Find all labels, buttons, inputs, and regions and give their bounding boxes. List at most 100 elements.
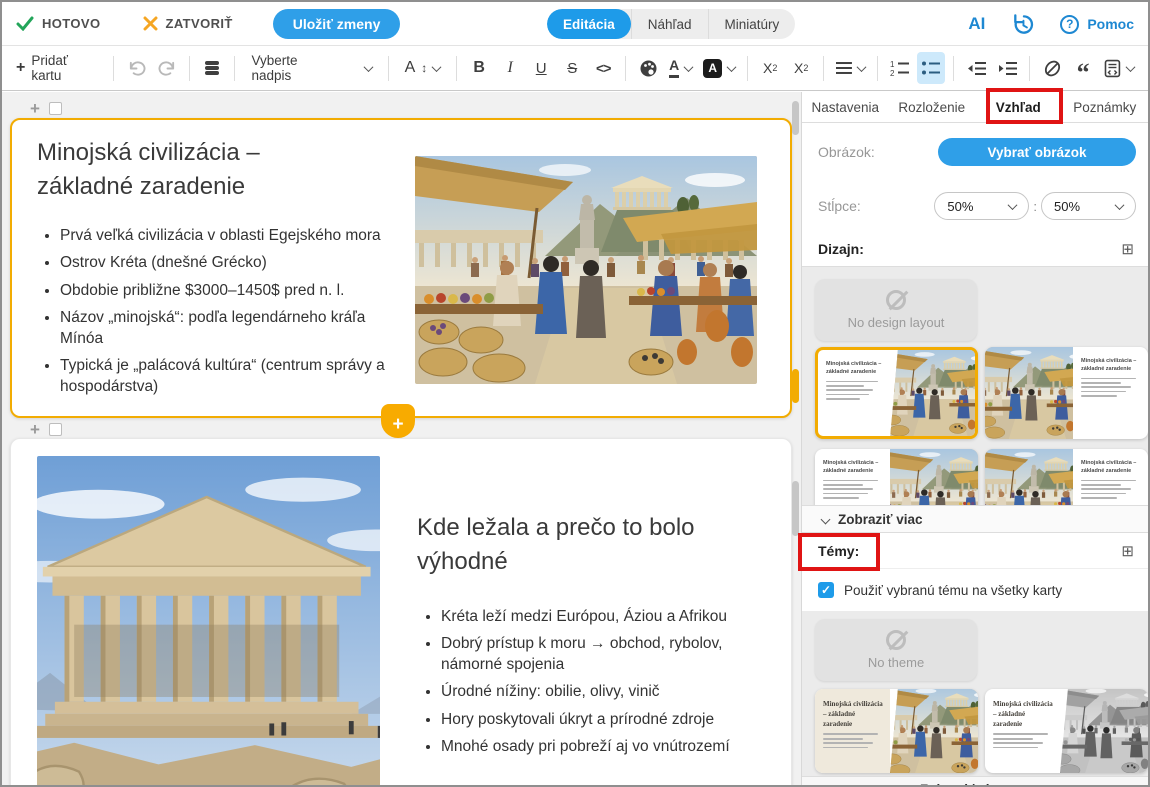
card-bullets[interactable]: Prvá veľká civilizácia v oblasti Egejské… xyxy=(40,226,392,404)
design-layout-thumbnail-selected[interactable]: Minojská civilizácia – základné zaradeni… xyxy=(815,347,978,439)
show-more-toggle[interactable]: Zobraziť viac xyxy=(802,506,1148,533)
themes-row: Témy: ⊞ xyxy=(802,533,1148,569)
heading-select[interactable]: Vyberte nadpis xyxy=(243,52,379,84)
indent-button[interactable] xyxy=(993,52,1021,84)
no-design-layout-option[interactable]: No design layout xyxy=(815,279,977,341)
columns-row: Stĺpce: 50% : 50% xyxy=(802,181,1148,231)
tab-rozlozenie[interactable]: Rozloženie xyxy=(889,100,976,115)
tab-editacia[interactable]: Editácia xyxy=(547,9,631,39)
show-more-partial[interactable]: Zobraziť viac xyxy=(802,776,1148,785)
redo-icon xyxy=(158,60,177,77)
slide-card-1[interactable]: Minojská civilizácia – základné zaradeni… xyxy=(10,118,792,418)
help-button[interactable]: ? Pomoc xyxy=(1060,15,1134,34)
bullet-item: Typická je „palácová kultúra“ (centrum s… xyxy=(60,356,392,397)
image-row: Obrázok: Vybrať obrázok xyxy=(802,123,1148,181)
expand-design-icon[interactable]: ⊞ xyxy=(1121,240,1134,258)
column-right-select[interactable]: 50% xyxy=(1041,192,1136,220)
select-image-button[interactable]: Vybrať obrázok xyxy=(938,138,1136,166)
align-justify-icon xyxy=(836,61,852,75)
design-row: Dizajn: ⊞ xyxy=(802,231,1148,267)
show-more-label: Zobraziť viac xyxy=(920,782,1005,785)
mini-card-title: Minojská civilizácia – základné zaradeni… xyxy=(1081,459,1143,476)
theme-thumbnail-cream[interactable]: Minojská civilizácia – základné zaradeni… xyxy=(815,689,978,773)
align-button[interactable] xyxy=(832,52,869,84)
text-color-button[interactable]: A xyxy=(665,52,696,84)
canvas-scrollbar[interactable] xyxy=(792,92,799,785)
mini-card-image xyxy=(985,449,1073,506)
ai-button[interactable]: AI xyxy=(968,14,985,34)
add-card-between-button[interactable]: + xyxy=(381,404,415,438)
done-label: HOTOVO xyxy=(42,16,101,31)
insert-card-plus-icon[interactable]: + xyxy=(30,421,40,438)
strikethrough-button[interactable]: S xyxy=(558,52,586,84)
insert-card-row: + xyxy=(30,100,62,117)
history-icon[interactable] xyxy=(1011,13,1034,36)
card-title[interactable]: Kde ležala a prečo to bolo výhodné xyxy=(417,511,747,578)
view-mode-tabs: Editácia Náhľad Miniatúry xyxy=(547,9,795,39)
layers-button[interactable] xyxy=(198,52,226,84)
template-button[interactable] xyxy=(1100,52,1138,84)
ordered-list-button[interactable]: 12 xyxy=(886,52,914,84)
no-theme-option[interactable]: No theme xyxy=(815,619,977,681)
design-layout-thumbnail[interactable]: Minojská civilizácia – základné zaradeni… xyxy=(985,347,1148,439)
font-size-select[interactable]: A↕ xyxy=(397,52,449,84)
insert-card-plus-icon[interactable]: + xyxy=(30,100,40,117)
bullet-item: Úrodné nížiny: obilie, olivy, vinič xyxy=(441,682,773,702)
mini-card-title: Minojská civilizácia – základné zaradeni… xyxy=(823,699,885,729)
apply-theme-label: Použiť vybranú tému na všetky karty xyxy=(844,583,1062,598)
indent-icon xyxy=(998,61,1017,76)
expand-themes-icon[interactable]: ⊞ xyxy=(1121,542,1134,560)
bullet-list-button[interactable] xyxy=(917,52,945,84)
apply-theme-checkbox[interactable]: ✓ xyxy=(818,582,834,598)
insert-card-row: + xyxy=(30,421,62,438)
outdent-button[interactable] xyxy=(962,52,990,84)
heading-select-value: Vyberte nadpis xyxy=(251,53,340,83)
tab-poznamky[interactable]: Poznámky xyxy=(1062,100,1149,115)
chevron-down-icon xyxy=(821,514,831,524)
slide-card-2[interactable]: Kde ležala a prečo to bolo výhodné Kréta… xyxy=(10,438,792,785)
undo-button[interactable] xyxy=(122,52,150,84)
done-button[interactable]: HOTOVO xyxy=(16,16,101,31)
design-layout-thumbnail[interactable]: Minojská civilizácia – základné zaradeni… xyxy=(985,449,1148,506)
card-editor-window: HOTOVO ZATVORIŤ Uložiť zmeny Editácia Ná… xyxy=(0,0,1150,787)
link-button[interactable] xyxy=(1038,52,1066,84)
highlight-color-button[interactable]: A xyxy=(699,52,739,84)
add-card-label: Pridať kartu xyxy=(31,53,101,83)
palette-icon xyxy=(639,59,658,78)
card-select-checkbox[interactable] xyxy=(49,423,62,436)
card-select-checkbox[interactable] xyxy=(49,102,62,115)
tab-nahlad[interactable]: Náhľad xyxy=(631,9,708,39)
card-title[interactable]: Minojská civilizácia – základné zaradeni… xyxy=(37,136,357,203)
columns-separator: : xyxy=(1033,199,1037,214)
plus-icon: + xyxy=(16,59,25,77)
column-left-value: 50% xyxy=(947,199,973,214)
italic-button[interactable]: I xyxy=(496,52,524,84)
tab-nastavenia[interactable]: Nastavenia xyxy=(802,100,889,115)
no-symbol-icon xyxy=(886,630,906,650)
tab-vzhlad[interactable]: Vzhľad xyxy=(975,100,1062,115)
design-layout-thumbnail[interactable]: Minojská civilizácia – základné zaradeni… xyxy=(815,449,978,506)
columns-label: Stĺpce: xyxy=(818,198,861,214)
card-bullets[interactable]: Kréta leží medzi Európou, Áziou a Afriko… xyxy=(421,607,773,765)
bold-button[interactable]: B xyxy=(465,52,493,84)
add-card-button[interactable]: + Pridať kartu xyxy=(12,52,105,84)
code-button[interactable]: <> xyxy=(589,52,617,84)
redo-button[interactable] xyxy=(153,52,181,84)
tab-miniatury[interactable]: Miniatúry xyxy=(708,9,796,39)
theme-thumbnail-grayscale[interactable]: Minojská civilizácia – základné zaradeni… xyxy=(985,689,1148,773)
font-size-letter: A xyxy=(405,59,416,77)
editor-canvas: + Minojská civilizácia – základné zarade… xyxy=(2,92,802,785)
save-changes-button[interactable]: Uložiť zmeny xyxy=(273,9,401,39)
card-image-parthenon[interactable] xyxy=(37,456,380,785)
chevron-down-icon xyxy=(1115,200,1125,210)
close-button[interactable]: ZATVORIŤ xyxy=(143,16,233,31)
chevron-down-icon xyxy=(1126,62,1136,72)
superscript-button[interactable]: X2 xyxy=(756,52,784,84)
column-left-select[interactable]: 50% xyxy=(934,192,1029,220)
palette-button[interactable] xyxy=(634,52,662,84)
undo-icon xyxy=(127,60,146,77)
blockquote-button[interactable]: “ xyxy=(1069,52,1097,84)
subscript-button[interactable]: X2 xyxy=(787,52,815,84)
underline-button[interactable]: U xyxy=(527,52,555,84)
card-image-market-scene[interactable] xyxy=(415,156,757,384)
